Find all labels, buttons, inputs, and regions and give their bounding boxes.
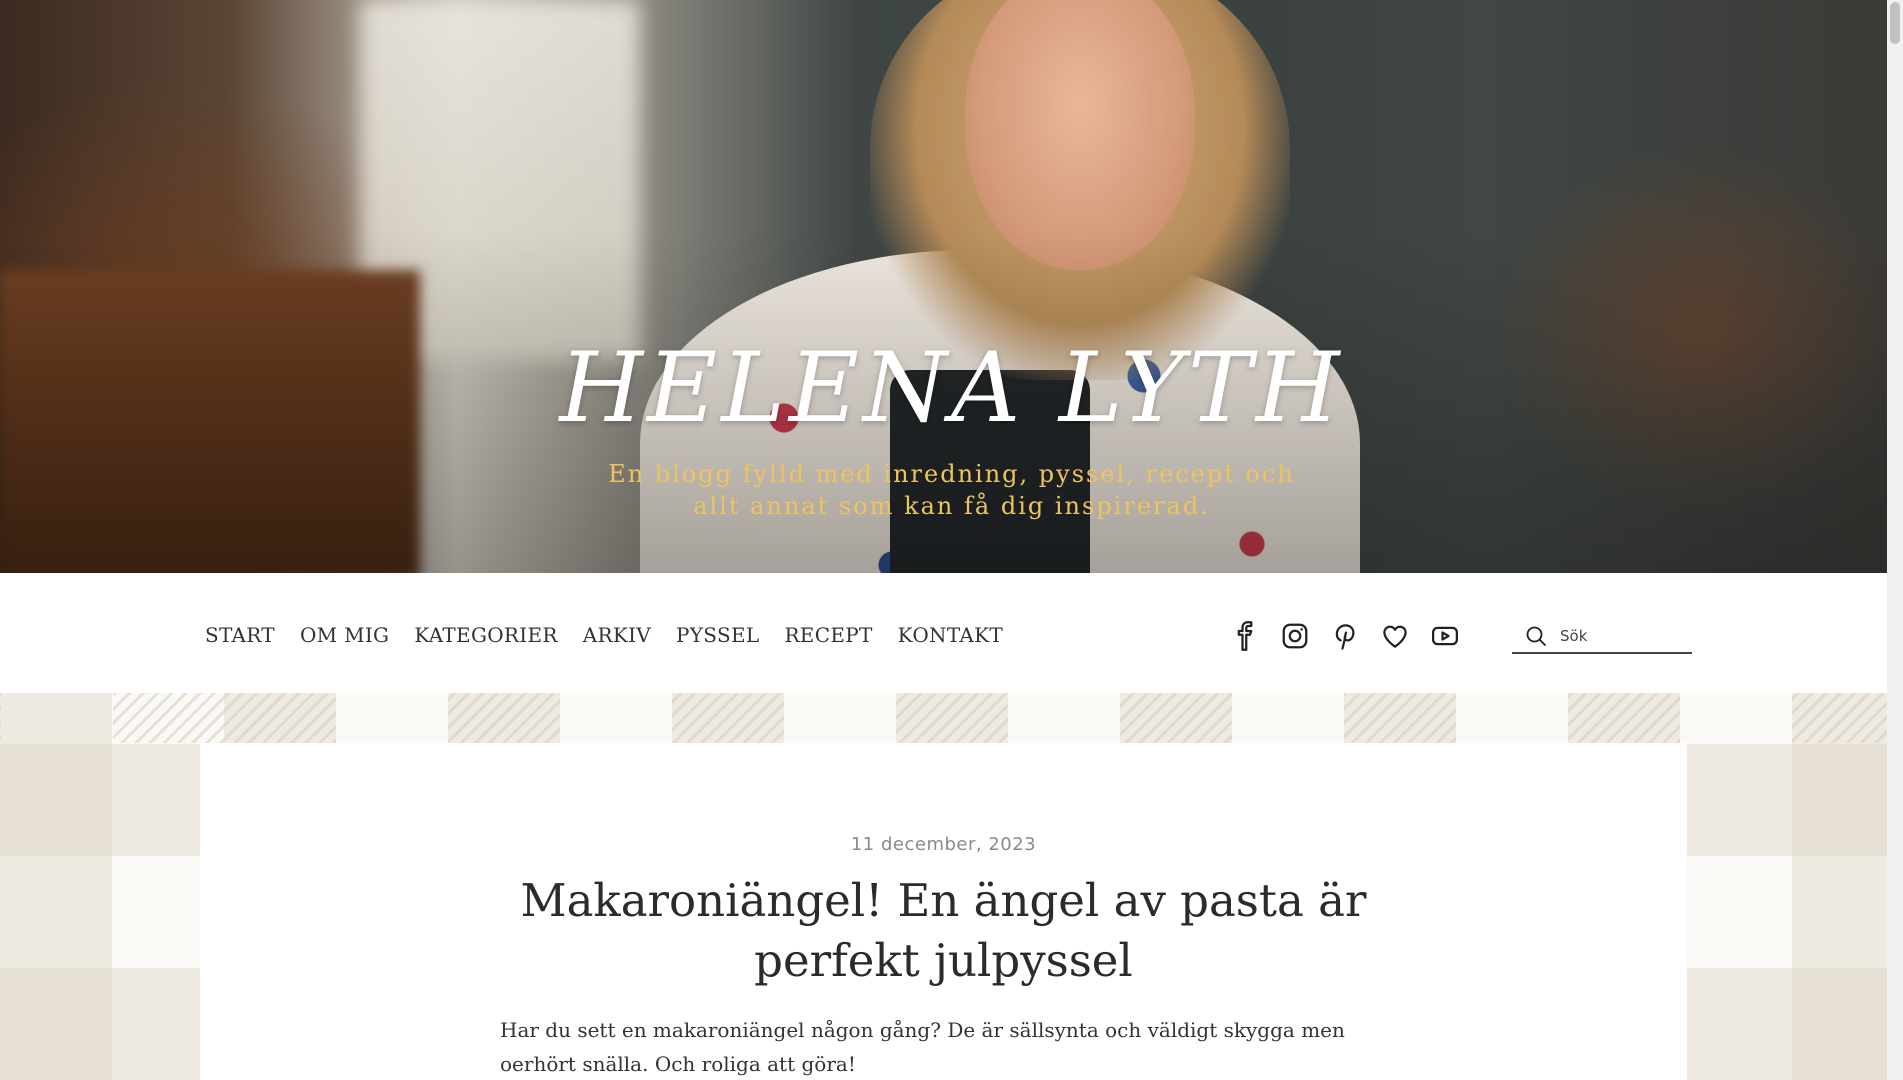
post-card: 11 december, 2023 Makaroniängel! En änge… — [200, 743, 1687, 1080]
heart-icon[interactable] — [1380, 621, 1410, 651]
pinterest-icon[interactable] — [1330, 621, 1360, 651]
site-title[interactable]: HELENA LYTH — [0, 340, 1903, 436]
main-navbar: START OM MIG KATEGORIER ARKIV PYSSEL REC… — [0, 573, 1903, 693]
nav-item-pyssel[interactable]: PYSSEL — [676, 623, 759, 647]
nav-item-arkiv[interactable]: ARKIV — [583, 623, 651, 647]
nav-item-om-mig[interactable]: OM MIG — [300, 623, 389, 647]
nav-item-kontakt[interactable]: KONTAKT — [898, 623, 1003, 647]
scrollbar-thumb[interactable] — [1890, 2, 1900, 44]
post-date: 11 december, 2023 — [850, 834, 1037, 855]
post-title[interactable]: Makaroniängel! En ängel av pasta är perf… — [440, 871, 1447, 991]
hero-header: HELENA LYTH En blogg fylld med inredning… — [0, 0, 1903, 573]
post-excerpt: Har du sett en makaroniängel någon gång?… — [500, 1018, 1345, 1076]
facebook-icon[interactable] — [1230, 621, 1260, 651]
youtube-icon[interactable] — [1430, 621, 1460, 651]
nav-item-start[interactable]: START — [205, 623, 275, 647]
search-input[interactable] — [1558, 626, 1682, 646]
page-scrollbar[interactable] — [1887, 0, 1903, 1080]
search-box — [1512, 620, 1692, 654]
nav-item-kategorier[interactable]: KATEGORIER — [414, 623, 557, 647]
social-links — [1230, 621, 1480, 651]
search-icon[interactable] — [1524, 624, 1548, 648]
nav-item-recept[interactable]: RECEPT — [784, 623, 872, 647]
nav-menu: START OM MIG KATEGORIER ARKIV PYSSEL REC… — [205, 623, 1028, 647]
site-tagline: En blogg fylld med inredning, pyssel, re… — [608, 460, 1295, 520]
content-background: 11 december, 2023 Makaroniängel! En änge… — [0, 693, 1903, 1080]
plaid-stripe-pattern — [0, 693, 1903, 743]
instagram-icon[interactable] — [1280, 621, 1310, 651]
